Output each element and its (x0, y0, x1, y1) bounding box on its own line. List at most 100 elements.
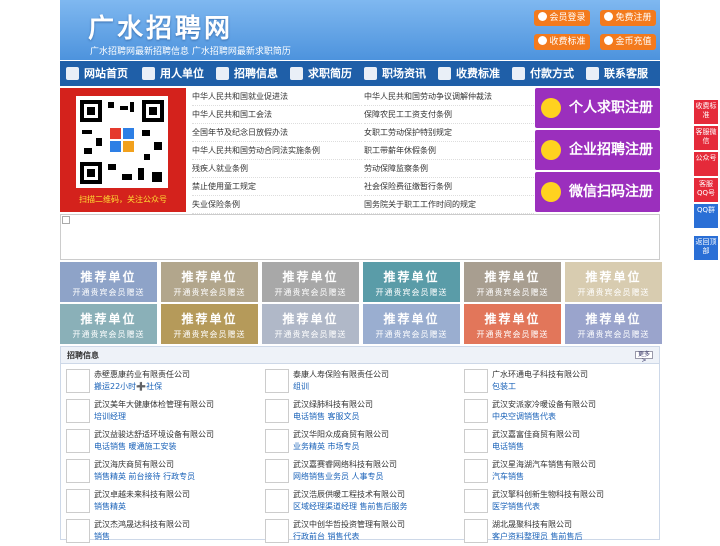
company-name[interactable]: 武汉嘉赛睿网络科技有限公司 (293, 459, 397, 470)
job-positions[interactable]: 客户资料整理员 售前售后 (492, 531, 583, 542)
law-link[interactable]: 劳动保障监察条例 (364, 160, 534, 178)
nav-pricing[interactable]: 收费标准 (432, 61, 506, 86)
job-item[interactable]: 武汉卓越未来科技有限公司 销售精英 (66, 488, 256, 516)
job-item[interactable]: 武汉浩辰供暖工程技术有限公司 区域经理渠道经理 售前售后服务 (265, 488, 455, 516)
job-positions[interactable]: 销售精英 (94, 501, 126, 512)
side-pricing-button[interactable]: 收费标准 (694, 100, 718, 124)
recharge-button[interactable]: 金币充值 (600, 34, 656, 50)
company-name[interactable]: 广水环通电子科技有限公司 (492, 369, 588, 380)
company-name[interactable]: 武汉中创华哲投资管理有限公司 (293, 519, 405, 530)
recommended-tile[interactable]: 推荐单位 开通贵宾会员赠送 (565, 304, 662, 344)
law-link[interactable]: 中华人民共和国劳动合同法实施条例 (192, 142, 362, 160)
job-positions[interactable]: 电话销售 (492, 441, 524, 452)
company-name[interactable]: 武汉浩辰供暖工程技术有限公司 (293, 489, 405, 500)
job-item[interactable]: 武汉美年大健康体检管理有限公司 培训经理 (66, 398, 256, 426)
company-name[interactable]: 武汉绿肺科技有限公司 (293, 399, 373, 410)
recommended-tile[interactable]: 推荐单位 开通贵宾会员赠送 (565, 262, 662, 302)
company-name[interactable]: 武汉杰鸿晟达科技有限公司 (94, 519, 190, 530)
job-item[interactable]: 武汉海庆商贸有限公司 销售精英 前台接待 行政专员 (66, 458, 256, 486)
company-name[interactable]: 泰康人寿保险有限责任公司 (293, 369, 389, 380)
member-login-button[interactable]: 会员登录 (534, 10, 590, 26)
company-name[interactable]: 湖北晟聚科技有限公司 (492, 519, 572, 530)
more-link[interactable]: 更多> (635, 351, 653, 364)
law-link[interactable]: 全国年节及纪念日放假办法 (192, 124, 362, 142)
job-positions[interactable]: 搬运22小时➕社保 (94, 381, 162, 392)
ad-banner[interactable] (60, 214, 660, 260)
company-name[interactable]: 武汉擎科创新生物科技有限公司 (492, 489, 604, 500)
company-name[interactable]: 武汉海庆商贸有限公司 (94, 459, 174, 470)
law-link[interactable]: 女职工劳动保护特别规定 (364, 124, 534, 142)
recommended-tile[interactable]: 推荐单位 开通贵宾会员赠送 (161, 262, 258, 302)
company-name[interactable]: 赤壁惠康药业有限责任公司 (94, 369, 190, 380)
law-link[interactable]: 职工带薪年休假条例 (364, 142, 534, 160)
company-name[interactable]: 武汉美年大健康体检管理有限公司 (94, 399, 214, 410)
job-positions[interactable]: 区域经理渠道经理 售前售后服务 (293, 501, 408, 512)
wechat-register-button[interactable]: 微信扫码注册 (535, 172, 660, 212)
nav-resumes[interactable]: 求职简历 (284, 61, 358, 86)
law-link[interactable]: 保障农民工工资支付条例 (364, 106, 534, 124)
job-item[interactable]: 赤壁惠康药业有限责任公司 搬运22小时➕社保 (66, 368, 256, 396)
recommended-tile[interactable]: 推荐单位 开通贵宾会员赠送 (161, 304, 258, 344)
side-wechat-button[interactable]: 客服微信 (694, 126, 718, 150)
company-name[interactable]: 武汉华阳众成商贸有限公司 (293, 429, 389, 440)
job-positions[interactable]: 包装工 (492, 381, 516, 392)
job-positions[interactable]: 中央空调销售代表 (492, 411, 556, 422)
job-item[interactable]: 广水环通电子科技有限公司 包装工 (464, 368, 654, 396)
pricing-button[interactable]: 收费标准 (534, 34, 590, 50)
law-link[interactable]: 国务院关于职工工作时间的规定 (364, 196, 534, 214)
company-name[interactable]: 武汉嘉富佳商贸有限公司 (492, 429, 580, 440)
nav-payment[interactable]: 付款方式 (506, 61, 580, 86)
job-item[interactable]: 武汉杰鸿晟达科技有限公司 销售 (66, 518, 256, 546)
job-positions[interactable]: 医学销售代表 (492, 501, 540, 512)
side-official-account-button[interactable]: 公众号 (694, 152, 718, 176)
nav-jobs[interactable]: 招聘信息 (210, 61, 284, 86)
personal-register-button[interactable]: 个人求职注册 (535, 88, 660, 128)
job-item[interactable]: 泰康人寿保险有限责任公司 组训 (265, 368, 455, 396)
job-item[interactable]: 武汉益骏达舒适环境设备有限公司 电话销售 暖通施工安装 (66, 428, 256, 456)
job-item[interactable]: 湖北晟聚科技有限公司 客户资料整理员 售前售后 (464, 518, 654, 546)
nav-employers[interactable]: 用人单位 (136, 61, 210, 86)
nav-support[interactable]: 联系客服 (580, 61, 660, 86)
recommended-tile[interactable]: 推荐单位 开通贵宾会员赠送 (262, 262, 359, 302)
job-item[interactable]: 武汉擎科创新生物科技有限公司 医学销售代表 (464, 488, 654, 516)
recommended-tile[interactable]: 推荐单位 开通贵宾会员赠送 (464, 262, 561, 302)
job-positions[interactable]: 销售精英 前台接待 行政专员 (94, 471, 195, 482)
job-positions[interactable]: 汽车销售 (492, 471, 524, 482)
job-positions[interactable]: 网络销售业务员 人事专员 (293, 471, 384, 482)
recommended-tile[interactable]: 推荐单位 开通贵宾会员赠送 (464, 304, 561, 344)
job-item[interactable]: 武汉嘉富佳商贸有限公司 电话销售 (464, 428, 654, 456)
register-button[interactable]: 免费注册 (600, 10, 656, 26)
side-qq-button[interactable]: 客服QQ号 (694, 178, 718, 202)
recommended-tile[interactable]: 推荐单位 开通贵宾会员赠送 (60, 304, 157, 344)
company-name[interactable]: 武汉星海湖汽车销售有限公司 (492, 459, 596, 470)
law-link[interactable]: 社会保险费征缴暂行条例 (364, 178, 534, 196)
job-positions[interactable]: 培训经理 (94, 411, 126, 422)
job-positions[interactable]: 业务精英 市场专员 (293, 441, 360, 452)
law-link[interactable]: 残疾人就业条例 (192, 160, 362, 178)
recommended-tile[interactable]: 推荐单位 开通贵宾会员赠送 (262, 304, 359, 344)
job-positions[interactable]: 组训 (293, 381, 309, 392)
job-item[interactable]: 武汉嘉赛睿网络科技有限公司 网络销售业务员 人事专员 (265, 458, 455, 486)
law-link[interactable]: 禁止使用童工规定 (192, 178, 362, 196)
law-link[interactable]: 失业保险条例 (192, 196, 362, 214)
company-name[interactable]: 武汉益骏达舒适环境设备有限公司 (94, 429, 214, 440)
job-positions[interactable]: 行政前台 销售代表 (293, 531, 360, 542)
job-item[interactable]: 武汉绿肺科技有限公司 电话销售 客服文员 (265, 398, 455, 426)
company-register-button[interactable]: 企业招聘注册 (535, 130, 660, 170)
job-item[interactable]: 武汉安派家冷暖设备有限公司 中央空调销售代表 (464, 398, 654, 426)
company-name[interactable]: 武汉安派家冷暖设备有限公司 (492, 399, 596, 410)
site-logo[interactable]: 广水招聘网 (88, 8, 233, 45)
job-item[interactable]: 武汉中创华哲投资管理有限公司 行政前台 销售代表 (265, 518, 455, 546)
law-link[interactable]: 中华人民共和国就业促进法 (192, 88, 362, 106)
job-positions[interactable]: 电话销售 客服文员 (293, 411, 360, 422)
side-qq-group-button[interactable]: QQ群 (694, 204, 718, 228)
law-link[interactable]: 中华人民共和国劳动争议调解仲裁法 (364, 88, 534, 106)
law-link[interactable]: 中华人民共和国工会法 (192, 106, 362, 124)
recommended-tile[interactable]: 推荐单位 开通贵宾会员赠送 (363, 304, 460, 344)
nav-home[interactable]: 网站首页 (60, 61, 136, 86)
company-name[interactable]: 武汉卓越未来科技有限公司 (94, 489, 190, 500)
nav-news[interactable]: 职场资讯 (358, 61, 432, 86)
recommended-tile[interactable]: 推荐单位 开通贵宾会员赠送 (60, 262, 157, 302)
job-positions[interactable]: 销售 (94, 531, 110, 542)
job-item[interactable]: 武汉星海湖汽车销售有限公司 汽车销售 (464, 458, 654, 486)
